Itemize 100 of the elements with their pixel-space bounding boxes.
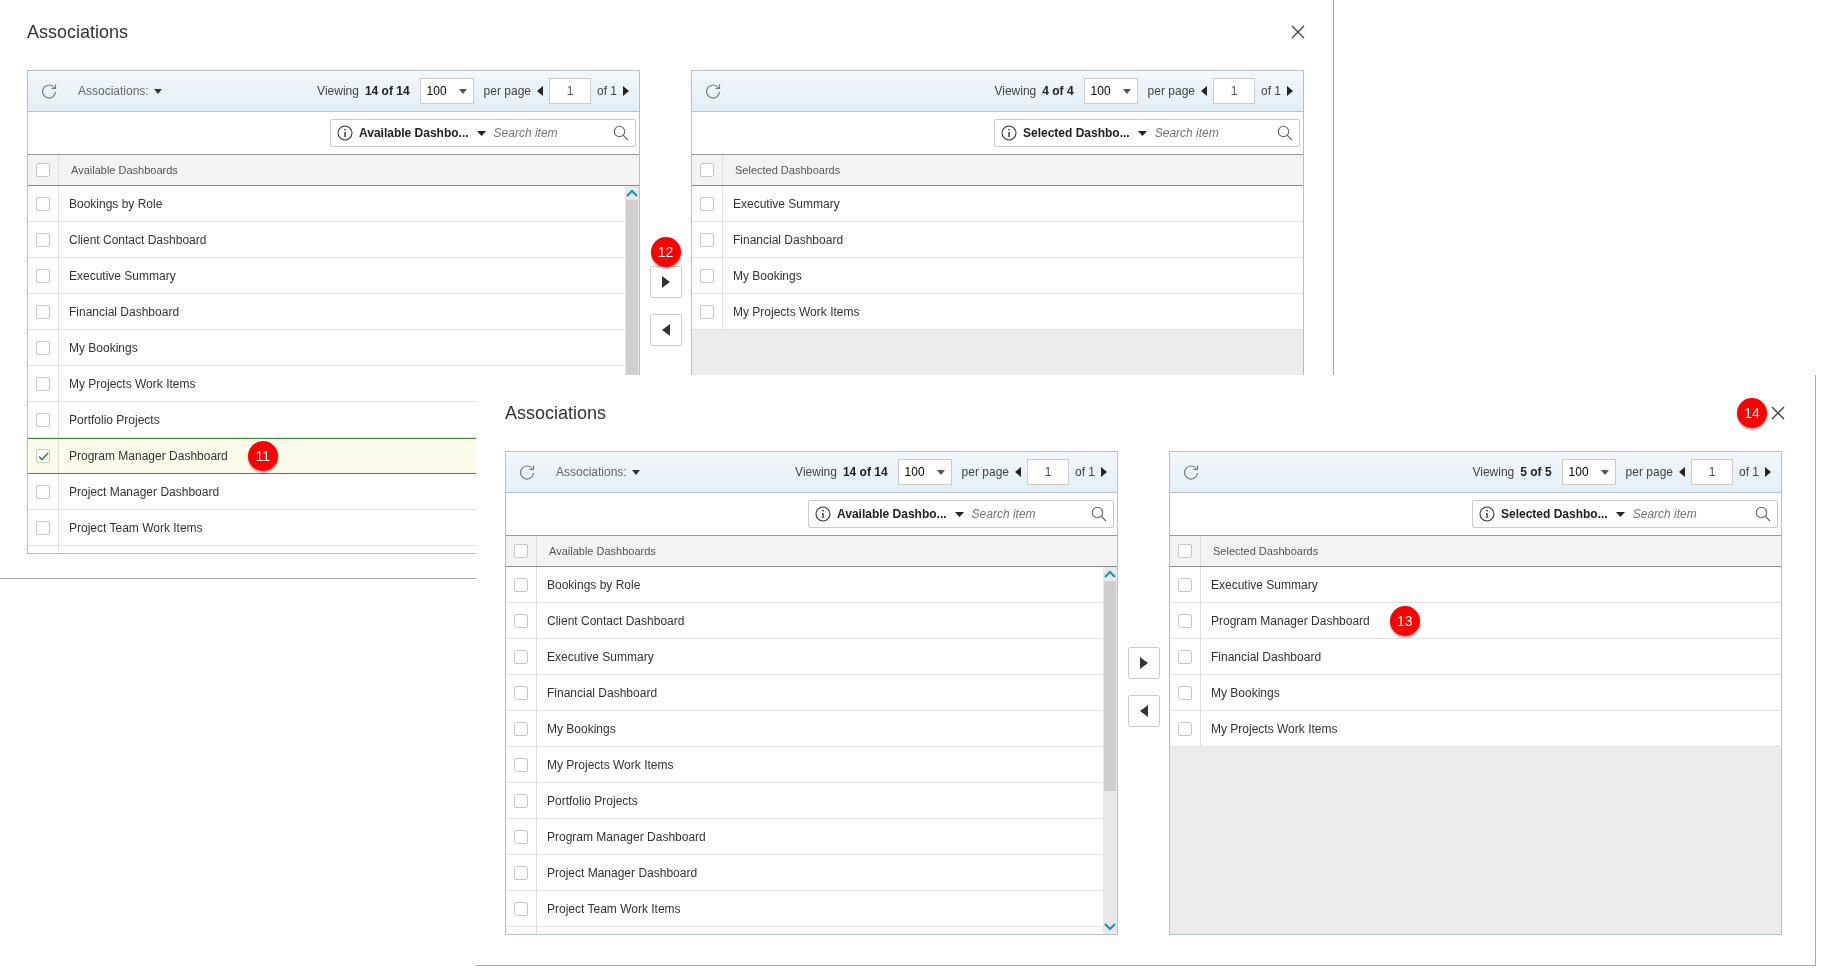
row-checkbox[interactable] [514,721,528,736]
list-row[interactable]: Program Manager Dashboard [506,819,1103,855]
select-all-checkbox[interactable] [1178,544,1192,558]
row-checkbox[interactable] [514,577,528,592]
page-field[interactable]: 1 [549,78,591,104]
info-icon[interactable] [1001,125,1017,141]
list-row[interactable]: Financial Dashboard [506,675,1103,711]
list-row[interactable]: Program Manager Dashboard 13 [1170,603,1781,639]
row-checkbox[interactable] [36,376,50,391]
select-all-checkbox[interactable] [514,544,528,558]
move-right-button[interactable] [649,266,682,298]
row-checkbox[interactable] [36,304,50,319]
list-row[interactable]: Executive Summary [1170,567,1781,603]
search-icon[interactable] [613,125,629,141]
select-all-checkbox[interactable] [700,163,714,177]
row-checkbox[interactable] [36,449,50,463]
row-checkbox[interactable] [514,829,528,844]
scroll-down-icon[interactable] [1104,923,1116,931]
row-checkbox[interactable] [514,613,528,628]
refresh-icon[interactable] [704,82,722,100]
row-checkbox[interactable] [700,268,714,283]
filter-dropdown[interactable]: Selected Dashbo... [1501,507,1625,521]
search-icon[interactable] [1277,125,1293,141]
search-icon[interactable] [1755,506,1771,522]
previous-page-icon[interactable] [537,86,543,96]
previous-page-icon[interactable] [1201,86,1207,96]
row-checkbox[interactable] [514,649,528,664]
row-checkbox[interactable] [1178,577,1192,592]
page-field[interactable]: 1 [1691,459,1733,485]
filter-dropdown[interactable]: Available Dashbo... [359,126,486,140]
info-icon[interactable] [337,125,353,141]
row-checkbox[interactable] [36,484,50,499]
previous-page-icon[interactable] [1679,467,1685,477]
row-checkbox[interactable] [514,793,528,808]
info-icon[interactable] [1479,506,1495,522]
list-row[interactable]: My Projects Work Items [692,294,1303,330]
row-checkbox[interactable] [700,232,714,247]
associations-menu[interactable]: Associations: [78,84,162,98]
per-page-select[interactable]: 100 [419,78,474,104]
list-row[interactable]: Project Manager Dashboard [506,855,1103,891]
row-checkbox[interactable] [1178,685,1192,700]
row-checkbox[interactable] [700,304,714,319]
list-row[interactable]: My Bookings [692,258,1303,294]
refresh-icon[interactable] [40,82,58,100]
list-row[interactable]: Client Contact Dashboard [28,222,625,258]
scroll-up-icon[interactable] [626,189,638,197]
move-left-button[interactable] [649,314,682,346]
refresh-icon[interactable] [518,463,536,481]
next-page-icon[interactable] [1101,467,1107,477]
list-row[interactable]: My Projects Work Items [506,747,1103,783]
row-checkbox[interactable] [514,865,528,880]
list-row[interactable]: Executive Summary [28,258,625,294]
row-checkbox[interactable] [36,196,50,211]
row-checkbox[interactable] [514,901,528,916]
list-row[interactable]: Project Team Work Items [506,891,1103,927]
page-field[interactable]: 1 [1213,78,1255,104]
next-page-icon[interactable] [1765,467,1771,477]
next-page-icon[interactable] [1287,86,1293,96]
filter-dropdown[interactable]: Selected Dashbo... [1023,126,1147,140]
close-icon[interactable] [1291,25,1305,39]
list-row[interactable]: Client Contact Dashboard [506,603,1103,639]
move-left-button[interactable] [1127,695,1160,727]
row-checkbox[interactable] [1178,613,1192,628]
row-checkbox[interactable] [514,685,528,700]
select-all-checkbox[interactable] [36,163,50,177]
list-row[interactable]: My Bookings [28,330,625,366]
row-checkbox[interactable] [36,520,50,535]
row-checkbox[interactable] [36,232,50,247]
scrollbar[interactable] [1103,567,1117,934]
list-row[interactable]: My Bookings [1170,675,1781,711]
row-checkbox[interactable] [36,412,50,427]
row-checkbox[interactable] [514,757,528,772]
page-field[interactable]: 1 [1027,459,1069,485]
list-row[interactable]: Financial Dashboard [28,294,625,330]
row-checkbox[interactable] [36,340,50,355]
next-page-icon[interactable] [623,86,629,96]
filter-dropdown[interactable]: Available Dashbo... [837,507,964,521]
list-row[interactable]: Executive Summary [692,186,1303,222]
per-page-select[interactable]: 100 [897,459,952,485]
refresh-icon[interactable] [1182,463,1200,481]
per-page-select[interactable]: 100 [1083,78,1138,104]
info-icon[interactable] [815,506,831,522]
per-page-select[interactable]: 100 [1561,459,1616,485]
list-row[interactable]: My Projects Work Items [1170,711,1781,747]
row-checkbox[interactable] [1178,649,1192,664]
row-checkbox[interactable] [1178,721,1192,736]
previous-page-icon[interactable] [1015,467,1021,477]
close-icon[interactable] [1771,406,1785,420]
list-row[interactable]: Executive Summary [506,639,1103,675]
list-row[interactable]: Portfolio Projects [506,783,1103,819]
move-right-button[interactable] [1127,647,1160,679]
scroll-up-icon[interactable] [1104,570,1116,578]
search-icon[interactable] [1091,506,1107,522]
row-checkbox[interactable] [700,196,714,211]
list-row[interactable]: Bookings by Role [506,567,1103,603]
list-row[interactable]: My Bookings [506,711,1103,747]
row-checkbox[interactable] [36,268,50,283]
list-row[interactable]: Financial Dashboard [692,222,1303,258]
list-row[interactable]: Financial Dashboard [1170,639,1781,675]
list-row[interactable]: Bookings by Role [28,186,625,222]
